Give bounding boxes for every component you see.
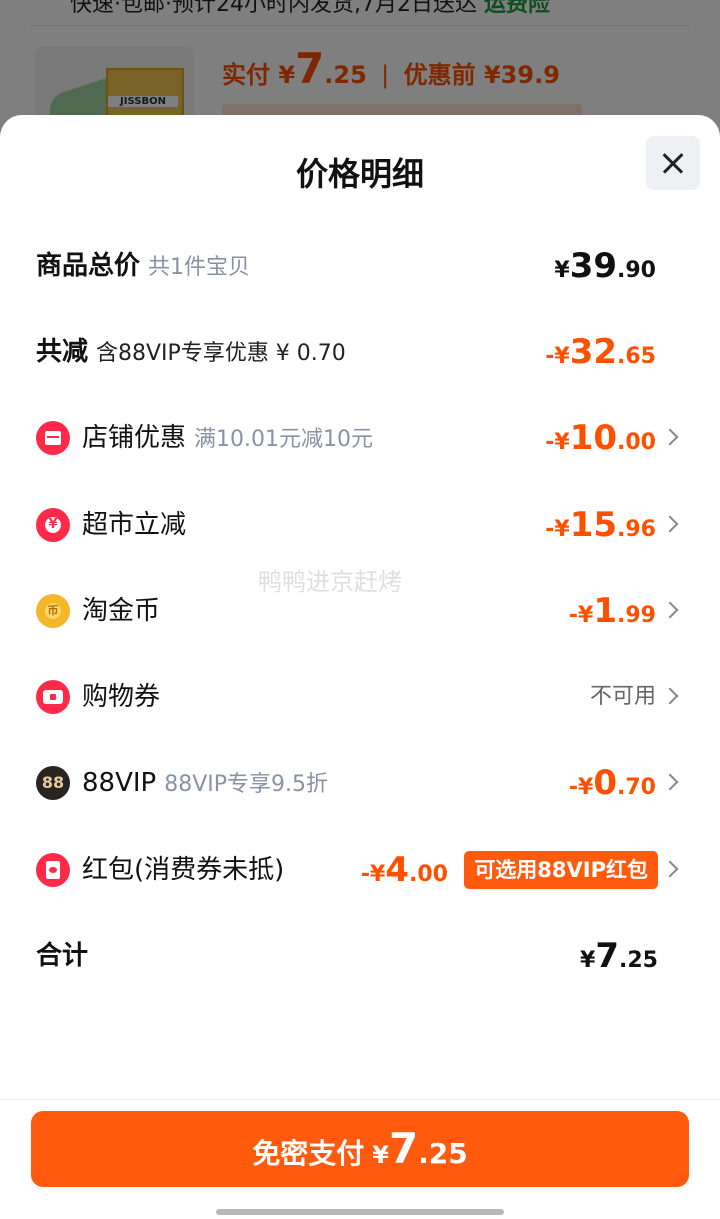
sum-label: 合计: [36, 941, 89, 971]
store-discount-row[interactable]: 店铺优惠 满10.01元减10元 -¥10.00: [0, 408, 720, 468]
vip-rule: 88VIP专享9.5折: [164, 772, 329, 797]
supermarket-discount-amount: -¥15.96: [545, 505, 656, 545]
red-packet-row[interactable]: 红包(消费券未抵) -¥4.00 可选用88VIP红包: [0, 840, 720, 900]
tao-coin-label: 淘金币: [82, 596, 161, 626]
price-detail-sheet: 价格明细 商品总价 共1件宝贝 ¥39.90 共减 含88VIP专享优惠 ¥ 0.7…: [0, 115, 720, 1219]
vip-label: 88VIP: [82, 768, 157, 798]
total-reduction-row: 共减 含88VIP专享优惠 ¥ 0.70 -¥32.65: [0, 322, 720, 382]
chevron-right-icon: [661, 515, 679, 533]
chevron-right-icon: [661, 687, 679, 705]
goods-total-row: 商品总价 共1件宝贝 ¥39.90: [0, 236, 720, 296]
total-reduction-label: 共减: [36, 337, 89, 367]
store-discount-amount: -¥10.00: [545, 418, 656, 458]
red-packet-icon: [36, 853, 70, 887]
supermarket-discount-label: 超市立减: [82, 510, 187, 540]
pay-button-label: 免密支付: [252, 1137, 365, 1170]
tao-coin-amount: -¥1.99: [568, 591, 656, 631]
close-button[interactable]: [646, 136, 700, 190]
supermarket-discount-row[interactable]: 超市立减 -¥15.96: [0, 495, 720, 555]
chevron-right-icon: [661, 773, 679, 791]
sum-amount: ¥7.25: [580, 936, 658, 976]
footer-divider: [0, 1099, 720, 1100]
yen-icon: [36, 508, 70, 542]
vip-red-packet-tag[interactable]: 可选用88VIP红包: [464, 851, 658, 889]
total-reduction-amount: -¥32.65: [545, 332, 656, 372]
goods-total-amount: ¥39.90: [554, 246, 656, 286]
shopping-voucher-status: 不可用: [589, 684, 656, 709]
sheet-title: 价格明细: [295, 155, 424, 193]
red-packet-amount: -¥4.00: [360, 850, 448, 890]
vip-icon: 88: [36, 766, 70, 800]
vip-discount-note: 含88VIP专享优惠 ¥ 0.70: [96, 341, 346, 366]
watermark: 鸭鸭进京赶烤: [258, 568, 402, 596]
goods-count: 共1件宝贝: [148, 255, 251, 280]
vip-discount-amount: -¥0.70: [568, 763, 656, 803]
shopping-voucher-row[interactable]: 购物券 不可用: [0, 667, 720, 727]
store-discount-rule: 满10.01元减10元: [194, 427, 373, 452]
coin-icon: [36, 594, 70, 628]
chevron-right-icon: [661, 860, 679, 878]
vip-discount-row[interactable]: 88 88VIP 88VIP专享9.5折 -¥0.70: [0, 753, 720, 813]
shop-icon: [36, 421, 70, 455]
chevron-right-icon: [661, 428, 679, 446]
chevron-right-icon: [661, 601, 679, 619]
shopping-voucher-label: 购物券: [82, 682, 161, 712]
ticket-icon: [36, 680, 70, 714]
red-packet-label: 红包(消费券未抵): [82, 855, 285, 885]
pay-button[interactable]: 免密支付 ¥7.25: [31, 1111, 689, 1187]
sum-row: 合计 ¥7.25: [0, 926, 720, 986]
home-indicator[interactable]: [216, 1209, 504, 1215]
store-discount-label: 店铺优惠: [82, 423, 187, 453]
goods-total-label: 商品总价: [36, 251, 141, 281]
